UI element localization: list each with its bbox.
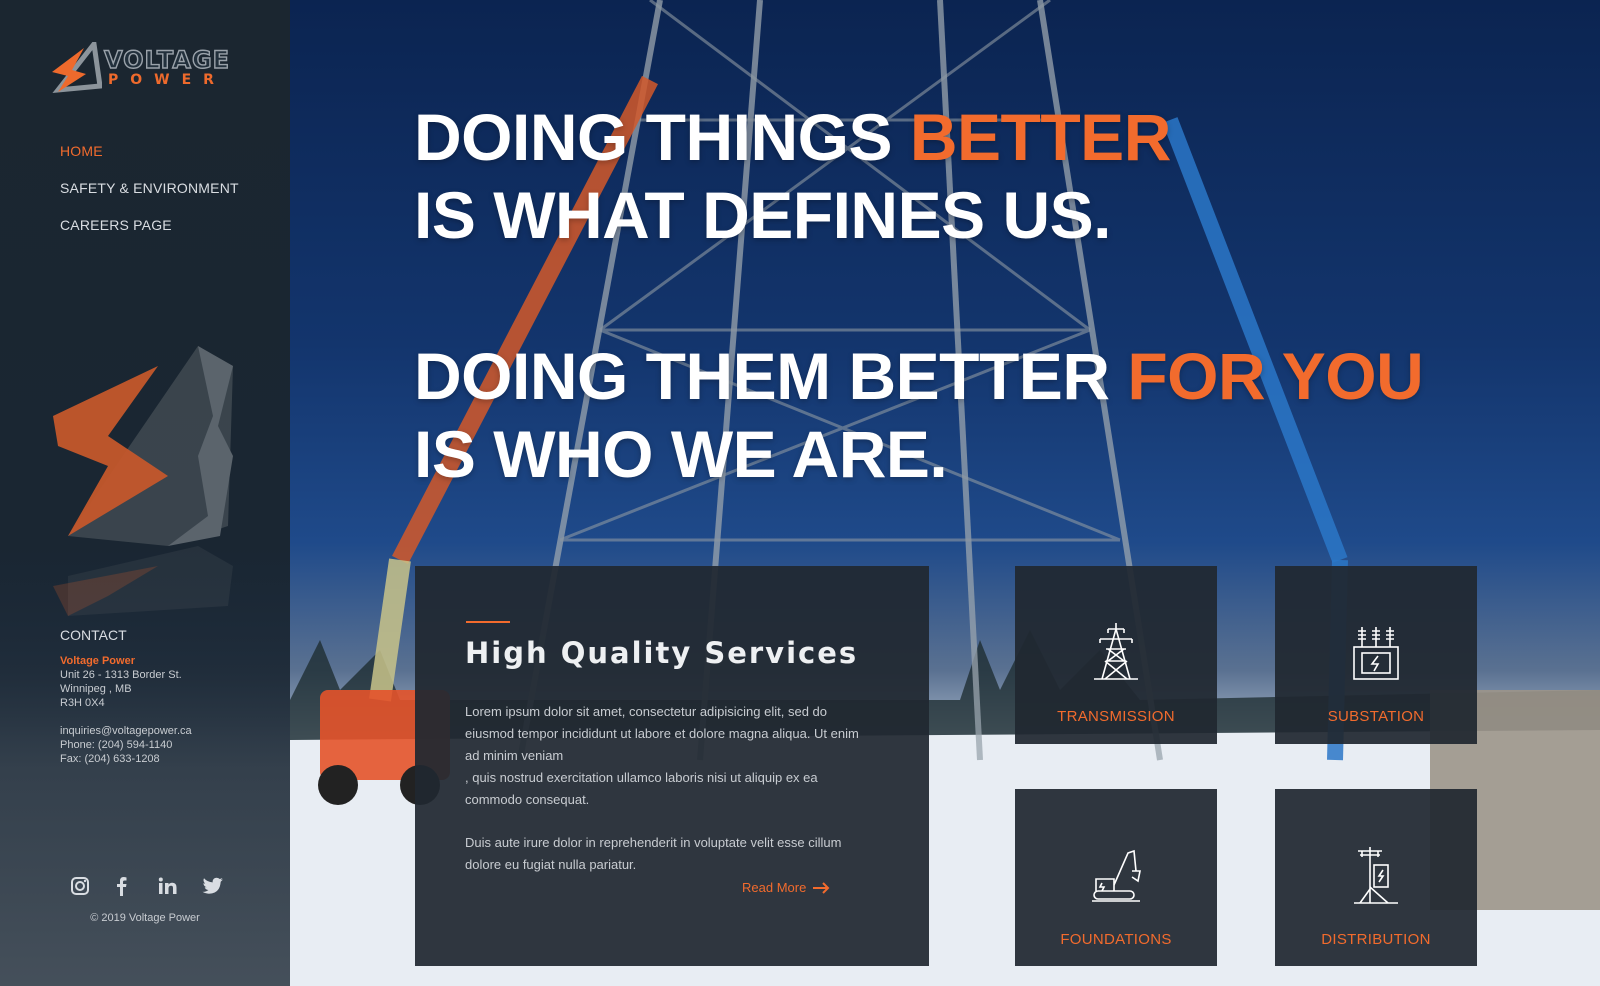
services-paragraph-1b: , quis nostrud exercitation ullamco labo… — [465, 770, 818, 807]
services-title: High Quality Services — [465, 636, 859, 670]
emblem-watermark-icon — [53, 346, 233, 616]
contact-address-line1: Unit 26 - 1313 Border St. — [60, 669, 182, 681]
tile-foundations-label: FOUNDATIONS — [1060, 931, 1172, 948]
headline-secondary: DOING THEM BETTER FOR YOU IS WHO WE ARE. — [414, 337, 1424, 493]
linkedin-icon[interactable] — [158, 874, 202, 898]
contact-postal-code: R3H 0X4 — [60, 697, 105, 709]
tile-substation[interactable]: SUBSTATION — [1275, 566, 1477, 744]
nav-home[interactable]: HOME — [60, 143, 239, 159]
headline-secondary-line2: IS WHO WE ARE. — [414, 417, 948, 491]
services-paragraph-2: Duis aute irure dolor in reprehenderit i… — [465, 835, 842, 872]
voltage-logo-icon — [52, 42, 102, 94]
excavator-icon — [1092, 849, 1141, 902]
instagram-icon[interactable] — [70, 874, 114, 898]
headline-secondary-line1: DOING THEM BETTER — [414, 339, 1128, 413]
contact-heading: CONTACT — [60, 627, 127, 643]
read-more-link[interactable]: Read More — [742, 880, 830, 895]
facebook-icon[interactable] — [114, 874, 158, 898]
contact-address-line2: Winnipeg , MB — [60, 683, 132, 695]
nav-safety-environment[interactable]: SAFETY & ENVIRONMENT — [60, 180, 239, 196]
twitter-icon[interactable] — [202, 874, 246, 898]
contact-company: Voltage Power — [60, 655, 135, 667]
read-more-label: Read More — [742, 880, 807, 895]
headline-primary-line2: IS WHAT DEFINES US. — [414, 178, 1111, 252]
logo-wordmark-power: POWER — [108, 72, 226, 88]
social-links — [70, 874, 246, 898]
main-nav: HOME SAFETY & ENVIRONMENT CAREERS PAGE — [60, 143, 239, 254]
services-paragraph-1: Lorem ipsum dolor sit amet, consectetur … — [465, 701, 870, 811]
contact-fax: Fax: (204) 633-1208 — [60, 753, 160, 765]
contact-block: CONTACT Voltage Power Unit 26 - 1313 Bor… — [60, 628, 192, 766]
contact-email[interactable]: inquiries@voltagepower.ca — [60, 724, 192, 738]
logo-wordmark-voltage: VOLTAGE — [103, 45, 231, 74]
services-paragraph-1a: Lorem ipsum dolor sit amet, consectetur … — [465, 704, 859, 763]
brand-logo[interactable]: VOLTAGE POWER — [50, 40, 240, 100]
tile-foundations[interactable]: FOUNDATIONS — [1015, 789, 1217, 966]
distribution-pole-icon — [1354, 847, 1398, 904]
tile-distribution[interactable]: DISTRIBUTION — [1275, 789, 1477, 966]
tile-transmission[interactable]: TRANSMISSION — [1015, 566, 1217, 744]
sidebar: VOLTAGE POWER HOME SAFETY & ENVIRONMENT … — [0, 0, 290, 986]
title-accent-rule — [466, 621, 510, 623]
tile-distribution-label: DISTRIBUTION — [1321, 931, 1431, 948]
transmission-tower-icon — [1094, 623, 1138, 680]
headline-primary-accent: BETTER — [909, 100, 1172, 174]
headline-primary: DOING THINGS BETTER IS WHAT DEFINES US. — [414, 98, 1171, 254]
arrow-right-icon — [813, 881, 830, 894]
contact-phone[interactable]: Phone: (204) 594-1140 — [60, 738, 192, 752]
headline-primary-line1: DOING THINGS — [414, 100, 910, 174]
nav-careers[interactable]: CAREERS PAGE — [60, 217, 239, 233]
headline-secondary-accent: FOR YOU — [1127, 339, 1424, 413]
tile-transmission-label: TRANSMISSION — [1057, 708, 1175, 725]
copyright: © 2019 Voltage Power — [90, 912, 200, 924]
tile-substation-label: SUBSTATION — [1327, 708, 1425, 725]
substation-icon — [1353, 627, 1399, 680]
services-card: High Quality Services Lorem ipsum dolor … — [415, 566, 929, 966]
